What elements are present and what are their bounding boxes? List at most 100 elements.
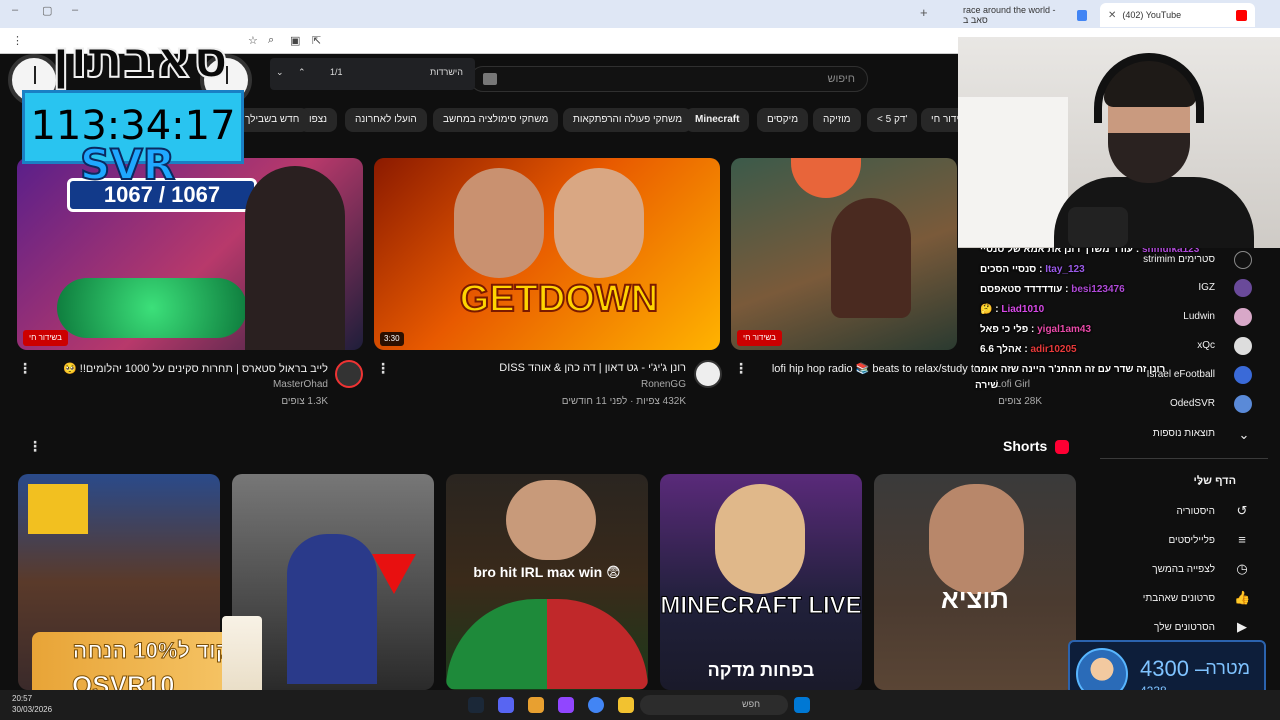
- menu-dots-icon[interactable]: ⋮: [12, 34, 23, 47]
- channel-avatar[interactable]: [1234, 366, 1252, 384]
- more-options-icon[interactable]: ⋮: [734, 360, 748, 377]
- taskbar-search-label: חפש: [742, 699, 760, 709]
- screen: – ▢ – + race around the world - סאב ב ✕ …: [0, 0, 1280, 720]
- shorts-logo-icon: [1055, 440, 1069, 454]
- channel-avatar[interactable]: [335, 360, 363, 388]
- shelf-graphic: [958, 97, 1068, 247]
- video-icon[interactable]: ▶: [1234, 619, 1250, 635]
- chip-action[interactable]: משחקי פעולה והרפתקאות: [563, 108, 693, 132]
- tab-race[interactable]: race around the world - סאב ב: [955, 3, 1095, 27]
- video-title[interactable]: lofi hip hop radio 📚 beats to relax/stud…: [772, 362, 980, 375]
- sidebar-subscription[interactable]: IGZ: [1198, 282, 1215, 293]
- zoom-icon[interactable]: ⌕: [268, 34, 274, 47]
- goal-label: מטרה: [1205, 658, 1250, 678]
- person-figure: [287, 534, 377, 684]
- channel-name[interactable]: Lofi Girl: [996, 379, 1030, 390]
- bookmark-star-icon[interactable]: ☆: [248, 34, 258, 47]
- windows-start-icon[interactable]: [794, 697, 810, 713]
- search-input[interactable]: חיפוש: [828, 73, 855, 85]
- more-options-icon[interactable]: ⋮: [18, 360, 32, 377]
- search-box[interactable]: חיפוש: [470, 66, 868, 92]
- chrome-icon[interactable]: [588, 697, 604, 713]
- keyboard-icon[interactable]: [483, 73, 497, 85]
- chip-mixes[interactable]: מיקסים: [757, 108, 809, 132]
- tab-youtube[interactable]: ✕ (402) YouTube: [1100, 3, 1255, 27]
- channel-avatar[interactable]: [694, 360, 722, 388]
- video-title[interactable]: לייב בראול סטארס | תחרות סקינים על 1000 …: [63, 362, 328, 375]
- chip-new[interactable]: חדש בשבילך: [235, 108, 310, 132]
- browser-tabbar: – ▢ – + race around the world - סאב ב ✕ …: [0, 0, 1280, 28]
- short-card[interactable]: MINECRAFT LIVE בפחות מדקה: [660, 474, 862, 690]
- chevron-right-icon[interactable]: ›: [1192, 474, 1208, 490]
- short-card[interactable]: [232, 474, 434, 690]
- thumbs-up-icon[interactable]: 👍: [1234, 590, 1250, 606]
- history-icon[interactable]: ↺: [1234, 503, 1250, 519]
- channel-name[interactable]: MasterOhad: [273, 379, 328, 390]
- person-figure: [715, 484, 805, 594]
- restore-window-icon[interactable]: ▢: [42, 4, 52, 17]
- chat-message: רונן זה שדר עם זה תהתנ'ר היינה שזה אומר: [975, 364, 1166, 375]
- streamer-beard: [1108, 133, 1190, 183]
- find-query[interactable]: הישרדות: [430, 67, 463, 77]
- channel-avatar[interactable]: [1234, 279, 1252, 297]
- channel-avatar[interactable]: [1234, 308, 1252, 326]
- sidebar-subscription[interactable]: Ludwin: [1183, 311, 1215, 322]
- playlist-icon[interactable]: ≡: [1234, 532, 1250, 548]
- date-text: 30/03/2026: [12, 705, 53, 714]
- share-icon[interactable]: ⇱: [312, 34, 321, 47]
- close-tab-icon[interactable]: ✕: [1108, 10, 1116, 21]
- show-more-link[interactable]: תוצאות נוספות: [1153, 428, 1215, 439]
- chip-recent[interactable]: הועלו לאחרונה: [345, 108, 427, 132]
- time-text: 20:57: [12, 694, 33, 703]
- video-thumbnail[interactable]: בשידור חי: [731, 158, 957, 350]
- chip-sim[interactable]: משחקי סימולציה במחשב: [433, 108, 559, 132]
- chat-message: besi123476 : עודדדדד סטאפסם: [980, 284, 1125, 295]
- sidebar-item-liked[interactable]: סרטונים שאהבתי: [1143, 593, 1215, 604]
- thumb-caption: GETDOWN: [459, 277, 659, 321]
- find-down-icon[interactable]: ⌄: [276, 67, 284, 78]
- chip-under5[interactable]: < 5 דק': [867, 108, 918, 132]
- new-tab-icon[interactable]: +: [920, 5, 928, 20]
- live-badge: בשידור חי: [23, 330, 68, 346]
- discord-icon[interactable]: [498, 697, 514, 713]
- steam-icon[interactable]: [468, 697, 484, 713]
- sidebar-item-history[interactable]: היסטוריה: [1177, 506, 1216, 517]
- clock-readout: 20:57 30/03/2026: [12, 693, 52, 715]
- more-options-icon[interactable]: ⋮: [376, 360, 390, 377]
- sidebar-item-watch-later[interactable]: לצפייה בהמשך: [1152, 564, 1215, 575]
- red-arrow-graphic: [372, 554, 416, 594]
- find-up-icon[interactable]: ⌃: [298, 67, 306, 78]
- channel-avatar[interactable]: [1234, 395, 1252, 413]
- app-icon[interactable]: [528, 697, 544, 713]
- channel-avatar[interactable]: [1234, 337, 1252, 355]
- video-thumbnail[interactable]: GETDOWN 3:30: [374, 158, 720, 350]
- gems-graphic: [57, 278, 247, 338]
- extension-icon[interactable]: ▣: [290, 34, 300, 47]
- stream-logo: סאבתון: [51, 29, 229, 91]
- channel-avatar[interactable]: [1234, 251, 1252, 269]
- sidebar-subscription[interactable]: strimim סטרימים: [1143, 254, 1215, 265]
- sidebar-subscription[interactable]: xQc: [1197, 340, 1215, 351]
- microphone-graphic: [1068, 207, 1128, 247]
- video-title[interactable]: רונן ג'יג'י - גט דאון | דה כהן & אוהד DI…: [499, 362, 686, 374]
- chip-music[interactable]: מוזיקה: [813, 108, 861, 132]
- video-thumbnail[interactable]: 1067 / 1067 בשידור חי: [17, 158, 363, 350]
- google-favicon-icon: [1077, 9, 1087, 21]
- clock-icon[interactable]: ◷: [1234, 561, 1250, 577]
- twitch-icon[interactable]: [558, 697, 574, 713]
- minimize-window-icon[interactable]: –: [12, 4, 18, 16]
- short-card[interactable]: תוציא: [874, 474, 1076, 690]
- tab-label: race around the world - סאב ב: [963, 5, 1056, 25]
- channel-name[interactable]: RonenGG: [641, 379, 686, 390]
- wheel-graphic: [446, 599, 648, 689]
- shorts-menu-icon[interactable]: ⋮: [28, 438, 42, 455]
- sidebar-item-playlists[interactable]: פלייליסטים: [1168, 535, 1215, 546]
- chevron-down-icon[interactable]: ⌄: [1236, 427, 1252, 443]
- sidebar-item-your-videos[interactable]: הסרטונים שלך: [1154, 622, 1215, 633]
- file-explorer-icon[interactable]: [618, 697, 634, 713]
- chip-minecraft[interactable]: Minecraft: [685, 108, 750, 132]
- short-card[interactable]: bro hit IRL max win 😨: [446, 474, 648, 690]
- sidebar-subscription[interactable]: OdedSVR: [1170, 398, 1215, 409]
- close-window-icon[interactable]: –: [72, 4, 78, 16]
- taskbar-search[interactable]: חפש: [640, 695, 788, 715]
